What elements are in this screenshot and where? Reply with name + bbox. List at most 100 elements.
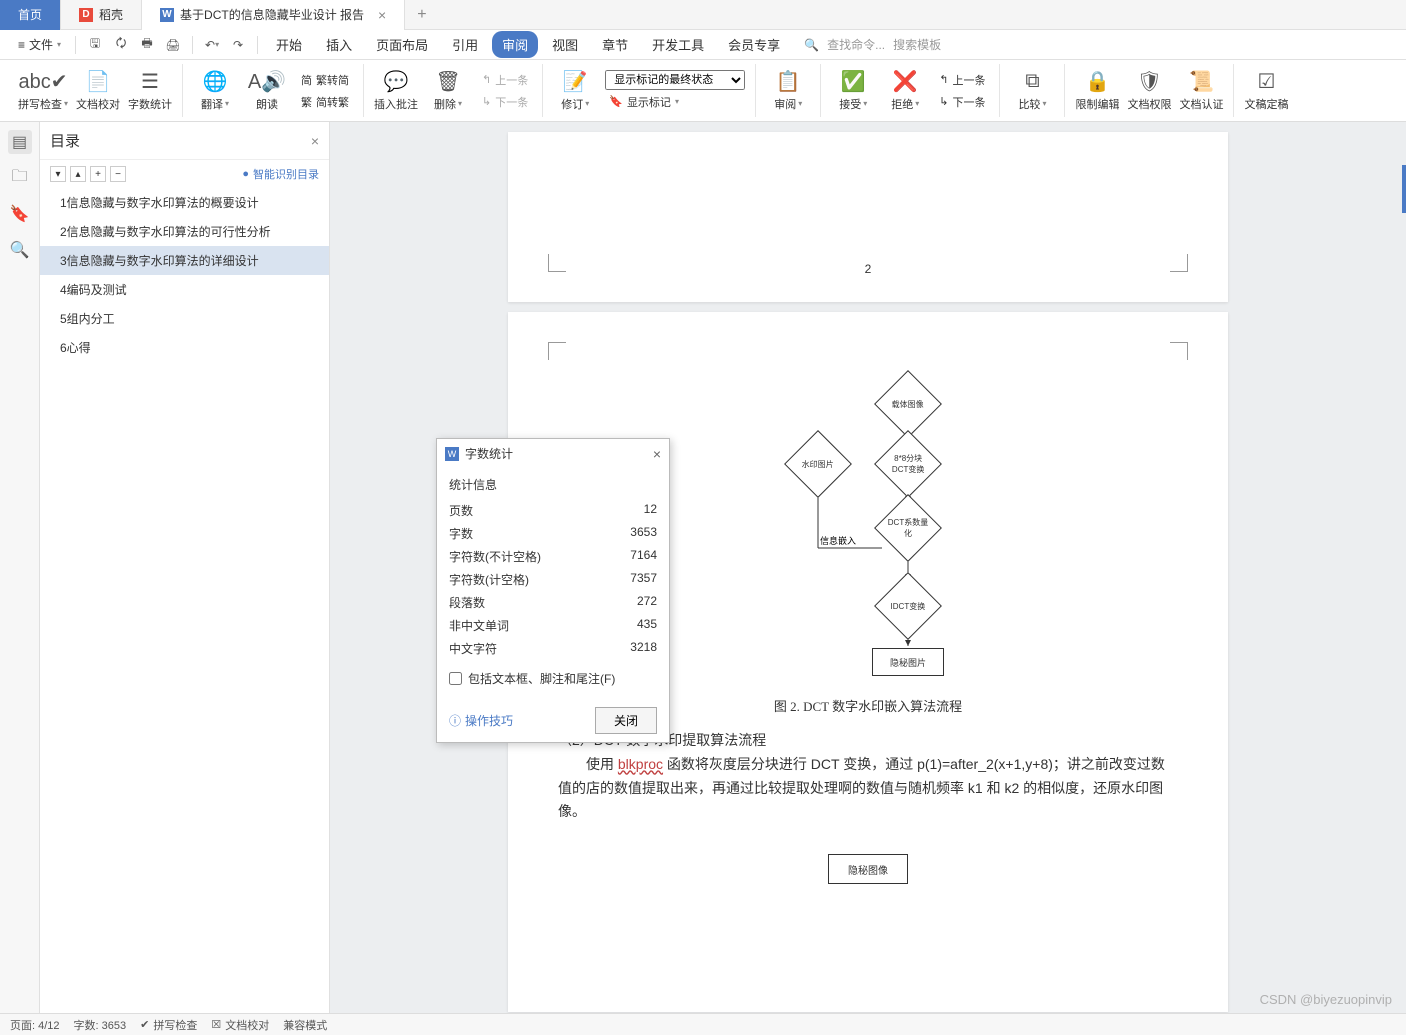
undo-icon[interactable]: ↶▾ [201, 34, 223, 56]
menu-start[interactable]: 开始 [266, 31, 312, 58]
prev-comment-button[interactable]: ↰上一条 [478, 70, 532, 90]
quick-print-icon[interactable]: 🖨 [162, 34, 184, 56]
collapse-all-button[interactable]: ▾ [50, 166, 66, 182]
dialog-close-icon[interactable]: × [653, 446, 661, 462]
outline-item[interactable]: 1信息隐藏与数字水印算法的概要设计 [40, 188, 329, 217]
stat-row: 字数3653 [449, 522, 657, 545]
expand-all-button[interactable]: ▴ [70, 166, 86, 182]
insert-comment-button[interactable]: 💬插入批注 [374, 70, 418, 112]
translate-button[interactable]: 🌐翻译▾ [193, 70, 237, 112]
outline-item[interactable]: 4编码及测试 [40, 275, 329, 304]
readaloud-icon: A🔊 [248, 70, 286, 94]
outline-rail-icon[interactable]: ▤ [8, 130, 32, 154]
next-comment-button[interactable]: ↳下一条 [478, 92, 532, 112]
file-menu-button[interactable]: ≡ 文件 ▾ [12, 34, 67, 55]
tips-link[interactable]: ⓘ操作技巧 [449, 712, 513, 729]
prev-icon: ↰ [482, 73, 491, 86]
proofread-icon: 📄 [86, 70, 111, 94]
comment-icon: 💬 [384, 70, 409, 94]
next-change-button[interactable]: ↳下一条 [935, 92, 989, 112]
search-template-input[interactable]: 搜索模板 [893, 36, 941, 53]
chevron-down-icon: ▾ [57, 40, 61, 49]
bookmark-rail-icon[interactable]: 🔖 [8, 202, 32, 226]
restrict-edit-button[interactable]: 🔒限制编辑 [1075, 70, 1119, 112]
menu-insert[interactable]: 插入 [316, 31, 362, 58]
page-corner [1170, 342, 1188, 360]
tab-daoke[interactable]: D 稻壳 [61, 0, 142, 30]
remove-level-button[interactable]: − [110, 166, 126, 182]
save-icon[interactable]: 🖫 [84, 34, 106, 56]
menu-devtools[interactable]: 开发工具 [642, 31, 714, 58]
proofread-button[interactable]: 📄文档校对 [76, 70, 120, 112]
add-level-button[interactable]: + [90, 166, 106, 182]
add-tab-button[interactable]: + [405, 6, 438, 24]
review-button[interactable]: 📋审阅▾ [766, 70, 810, 112]
track-display-select[interactable]: 显示标记的最终状态 [605, 70, 745, 90]
outline-item[interactable]: 6心得 [40, 333, 329, 362]
print-preview-icon[interactable]: 🖶 [136, 34, 158, 56]
outline-title: 目录 [50, 130, 80, 151]
close-icon[interactable]: × [378, 7, 386, 23]
spellcheck-button[interactable]: abc✔拼写检查▾ [18, 70, 68, 112]
hamburger-icon: ≡ [18, 38, 25, 52]
menu-chapter[interactable]: 章节 [592, 31, 638, 58]
menu-pagelayout[interactable]: 页面布局 [366, 31, 438, 58]
menu-member[interactable]: 会员专享 [718, 31, 790, 58]
close-button[interactable]: 关闭 [595, 707, 657, 734]
redo-icon[interactable]: ↷ [227, 34, 249, 56]
status-proofread[interactable]: ☒文档校对 [211, 1017, 269, 1033]
outline-close-icon[interactable]: × [311, 133, 319, 149]
folder-rail-icon[interactable]: 🗀 [8, 166, 32, 190]
body-text: （2）DCT 数字水印提取算法流程 使用 blkproc 函数将灰度层分块进行 … [558, 729, 1178, 824]
smart-outline-button[interactable]: ●智能识别目录 [242, 166, 319, 182]
menu-reference[interactable]: 引用 [442, 31, 488, 58]
flowchart-diagram: 信息嵌入 载体图像 水印图片 8*8分块 DCT变换 DCT系数量化 IDCT变… [738, 372, 998, 682]
search-command-input[interactable]: 查找命令... [827, 36, 885, 53]
doc-permission-button[interactable]: 🛡文档权限 [1127, 70, 1171, 112]
next-icon: ↳ [482, 95, 491, 108]
t2s-icon: 简 [301, 72, 312, 88]
doc-cert-button[interactable]: 📜文档认证 [1179, 70, 1223, 112]
permission-icon: 🛡 [1137, 70, 1162, 94]
s2t-icon: 繁 [301, 94, 312, 110]
include-textbox-checkbox[interactable]: 包括文本框、脚注和尾注(F) [449, 670, 657, 687]
search-rail-icon[interactable]: 🔍 [8, 238, 32, 262]
print-icon[interactable]: 🗘 [110, 34, 132, 56]
compare-icon: ⧉ [1025, 70, 1039, 94]
status-spellcheck[interactable]: ✔拼写检查 [140, 1017, 197, 1033]
accept-button[interactable]: ✅接受▾ [831, 70, 875, 112]
show-marks-button[interactable]: 🔖显示标记▾ [605, 92, 745, 112]
trad-to-simp-button[interactable]: 简繁转简 [297, 70, 353, 90]
readaloud-button[interactable]: A🔊朗读 [245, 70, 289, 112]
reject-button[interactable]: ❌拒绝▾ [883, 70, 927, 112]
search-icon: 🔍 [804, 38, 819, 52]
daoke-icon: D [79, 8, 93, 22]
delete-comment-button[interactable]: 🗑删除▾ [426, 70, 470, 112]
embed-label: 信息嵌入 [820, 535, 856, 546]
tab-document[interactable]: W 基于DCT的信息隐藏毕业设计 报告 × [142, 0, 405, 30]
status-page[interactable]: 页面: 4/12 [10, 1017, 60, 1033]
status-wordcount[interactable]: 字数: 3653 [74, 1017, 127, 1033]
outline-item[interactable]: 3信息隐藏与数字水印算法的详细设计 [40, 246, 329, 275]
page-number: 2 [558, 262, 1178, 276]
compare-button[interactable]: ⧉比较▾ [1010, 70, 1054, 112]
simp-to-trad-button[interactable]: 繁简转繁 [297, 92, 353, 112]
tab-home[interactable]: 首页 [0, 0, 61, 30]
wordcount-button[interactable]: ☰字数统计 [128, 70, 172, 112]
dialog-title: 字数统计 [465, 445, 513, 462]
prev-change-button[interactable]: ↰上一条 [935, 70, 989, 90]
menu-review[interactable]: 审阅 [492, 31, 538, 58]
checkbox-input[interactable] [449, 672, 462, 685]
word-doc-icon: W [160, 8, 174, 22]
next-change-icon: ↳ [939, 95, 948, 108]
doc-final-button[interactable]: ☑文稿定稿 [1244, 70, 1288, 112]
track-changes-button[interactable]: 📝修订▾ [553, 70, 597, 112]
menu-view[interactable]: 视图 [542, 31, 588, 58]
right-edge-indicator [1402, 165, 1406, 213]
final-icon: ☑ [1257, 70, 1275, 94]
page-2: 2 [508, 132, 1228, 302]
outline-item[interactable]: 2信息隐藏与数字水印算法的可行性分析 [40, 217, 329, 246]
wordcount-icon: ☰ [141, 70, 159, 94]
outline-item[interactable]: 5组内分工 [40, 304, 329, 333]
page-corner [548, 254, 566, 272]
